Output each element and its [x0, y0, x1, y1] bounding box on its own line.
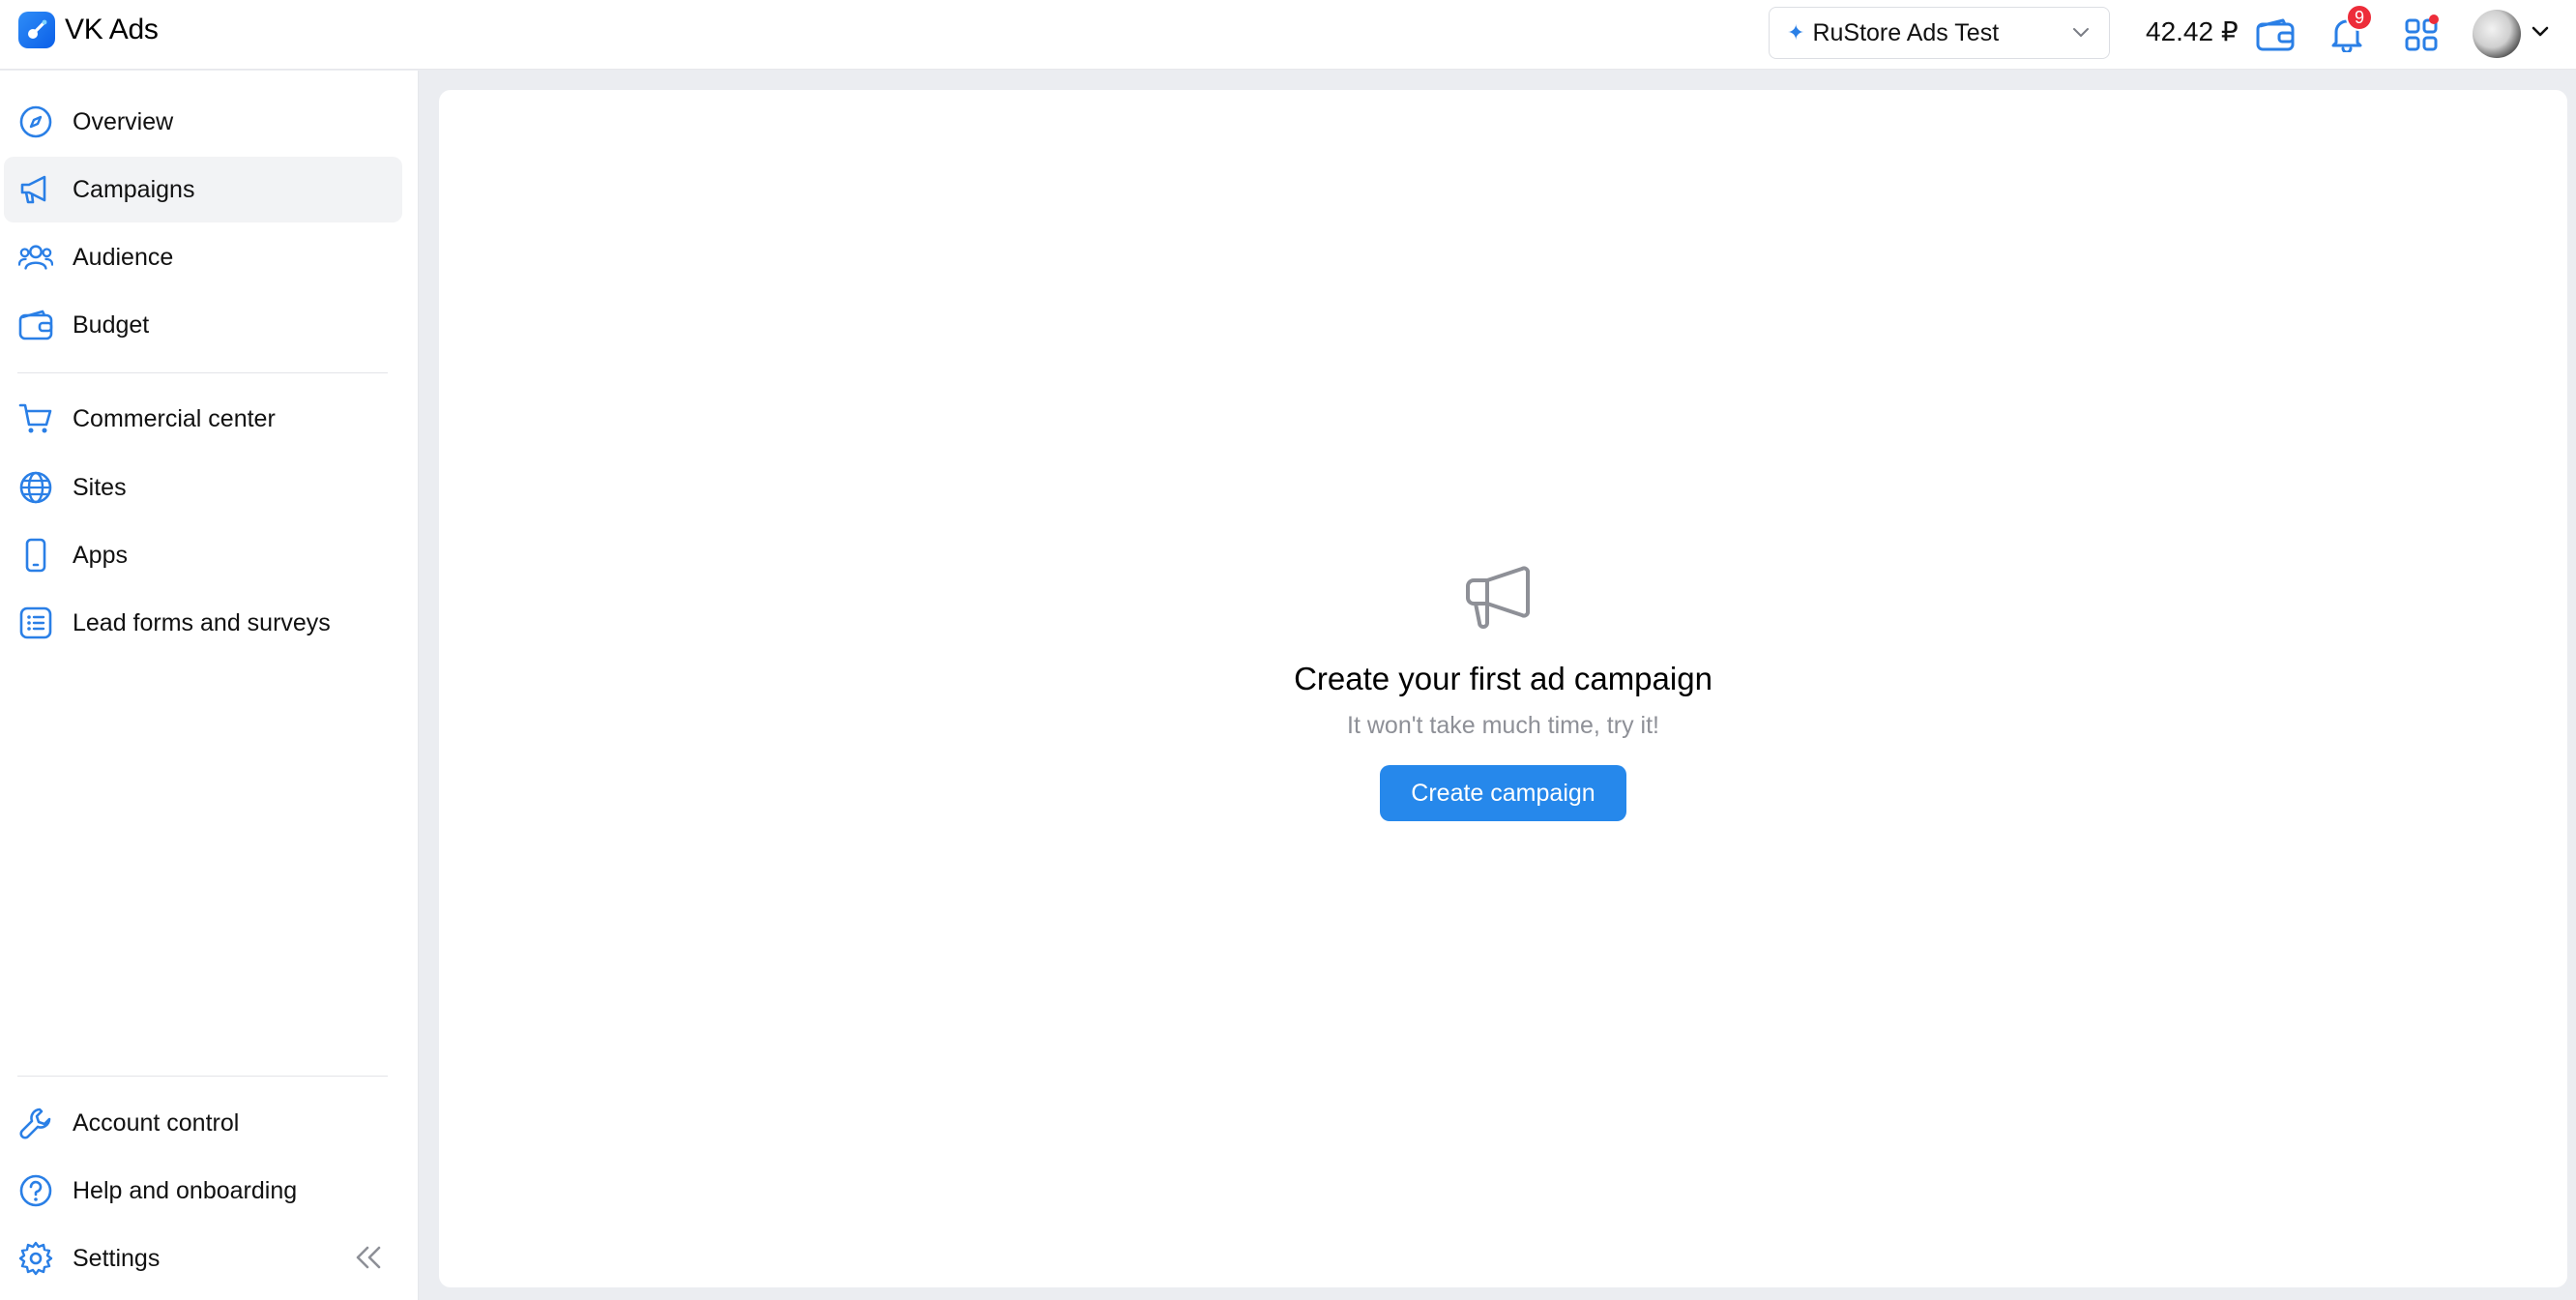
- sidebar-item-overview[interactable]: Overview: [4, 89, 402, 155]
- sidebar-item-audience[interactable]: Audience: [4, 224, 402, 290]
- sidebar-item-label: Help and onboarding: [73, 1176, 298, 1204]
- create-campaign-button[interactable]: Create campaign: [1380, 765, 1626, 821]
- account-name: RuStore Ads Test: [1812, 18, 2000, 46]
- list-icon: [18, 606, 53, 640]
- wallet-icon: [2256, 18, 2295, 51]
- users-icon: [18, 240, 53, 275]
- sparkle-icon: ✦: [1787, 20, 1805, 44]
- megaphone-icon: [18, 172, 53, 207]
- wallet-button[interactable]: [2254, 14, 2297, 56]
- sidebar-item-label: Account control: [73, 1108, 240, 1137]
- main-panel: Create your first ad campaign It won't t…: [439, 90, 2567, 1287]
- megaphone-icon: [1466, 566, 1530, 629]
- apps-indicator-dot: [2429, 15, 2439, 24]
- sidebar-item-label: Commercial center: [73, 404, 276, 432]
- sidebar-item-account-control[interactable]: Account control: [4, 1090, 402, 1156]
- empty-state: Create your first ad campaign It won't t…: [439, 90, 2567, 1287]
- sidebar-item-label: Settings: [73, 1244, 161, 1272]
- notifications-badge: 9: [2346, 4, 2373, 31]
- top-header: VK Ads ✦ RuStore Ads Test 42.42 ₽ 9: [0, 0, 2576, 70]
- phone-icon: [18, 538, 53, 573]
- account-selector[interactable]: ✦ RuStore Ads Test: [1769, 7, 2110, 59]
- compass-icon: [18, 104, 53, 139]
- sidebar-item-label: Sites: [73, 473, 127, 501]
- sidebar-item-campaigns[interactable]: Campaigns: [4, 157, 402, 222]
- sidebar-item-sites[interactable]: Sites: [4, 455, 402, 520]
- account-balance: 42.42 ₽: [2146, 16, 2239, 46]
- user-avatar[interactable]: [2473, 10, 2521, 58]
- sidebar-item-help[interactable]: Help and onboarding: [4, 1158, 402, 1224]
- sidebar-item-commercial-center[interactable]: Commercial center: [4, 386, 402, 452]
- sidebar-item-apps[interactable]: Apps: [4, 522, 402, 588]
- sidebar: Overview Campaigns Audience Budget Comme…: [0, 71, 419, 1300]
- app-title: VK Ads: [65, 14, 159, 45]
- app-logo[interactable]: VK Ads: [18, 12, 159, 48]
- collapse-sidebar-icon[interactable]: [354, 1245, 383, 1270]
- sidebar-item-label: Lead forms and surveys: [73, 608, 331, 636]
- empty-state-title: Create your first ad campaign: [1294, 661, 1712, 696]
- sidebar-item-label: Budget: [73, 310, 150, 339]
- gear-icon: [18, 1241, 53, 1276]
- empty-state-subtitle: It won't take much time, try it!: [1347, 712, 1659, 739]
- sidebar-item-budget[interactable]: Budget: [4, 292, 402, 358]
- sidebar-item-settings[interactable]: Settings: [4, 1226, 402, 1291]
- sidebar-item-label: Audience: [73, 243, 174, 271]
- sidebar-item-label: Overview: [73, 107, 174, 135]
- cart-icon: [18, 401, 53, 436]
- wrench-icon: [18, 1106, 53, 1140]
- sidebar-divider: [17, 1076, 388, 1077]
- wallet-icon: [18, 308, 53, 342]
- chevron-down-icon: [2073, 28, 2089, 37]
- sidebar-item-lead-forms[interactable]: Lead forms and surveys: [4, 590, 402, 656]
- sidebar-item-label: Apps: [73, 541, 128, 569]
- globe-icon: [18, 470, 53, 505]
- chevron-down-icon[interactable]: [2531, 25, 2550, 39]
- help-icon: [18, 1173, 53, 1208]
- sidebar-item-label: Campaigns: [73, 175, 195, 203]
- sidebar-divider: [17, 372, 388, 373]
- vk-ads-logo-icon: [18, 12, 55, 48]
